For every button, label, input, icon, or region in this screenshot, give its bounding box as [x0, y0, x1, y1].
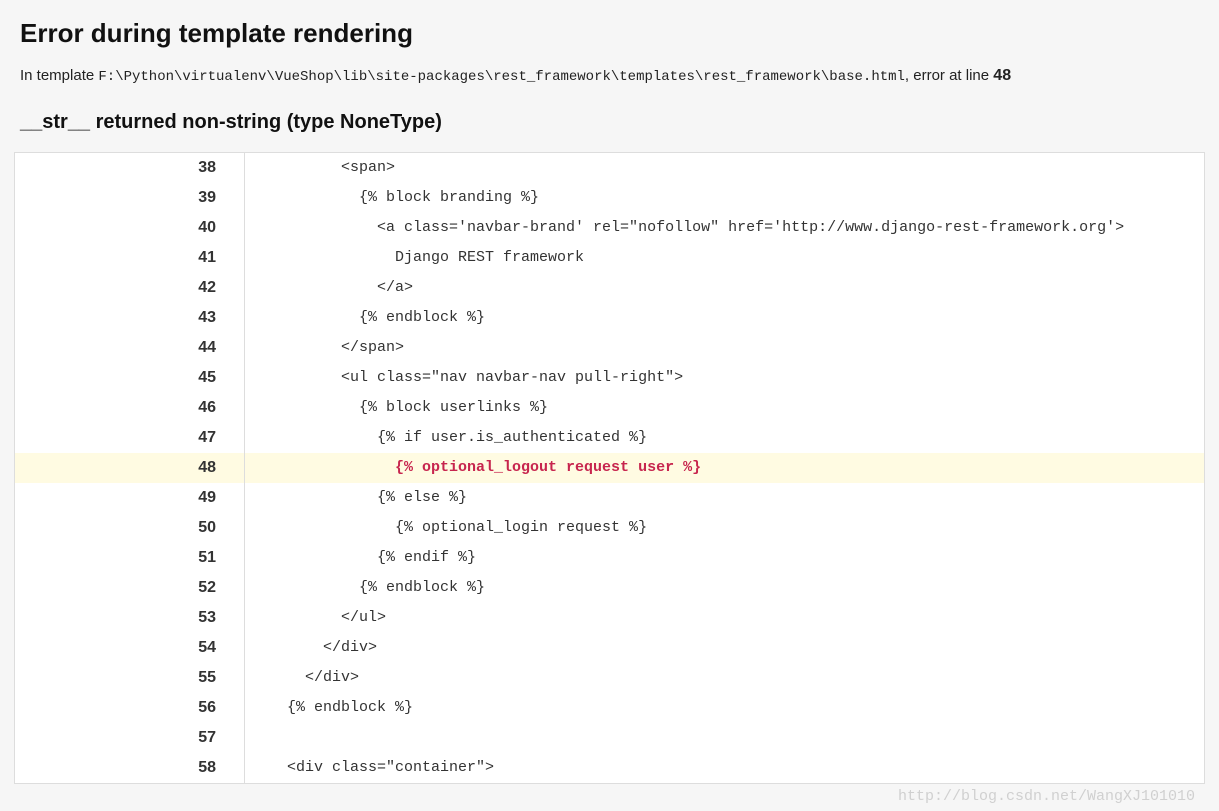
line-code: {% endif %} [245, 543, 1204, 573]
line-code: <span> [245, 153, 1204, 183]
line-code: <ul class="nav navbar-nav pull-right"> [245, 363, 1204, 393]
line-code: </div> [245, 663, 1204, 693]
watermark: http://blog.csdn.net/WangXJ101010 [0, 784, 1219, 811]
template-source-listing: 38 <span>39 {% block branding %}40 <a cl… [14, 152, 1205, 784]
line-number: 55 [15, 663, 245, 693]
line-code: {% endblock %} [245, 693, 1204, 723]
line-number: 41 [15, 243, 245, 273]
line-number: 57 [15, 723, 245, 753]
line-code [245, 723, 1204, 753]
source-line: 45 <ul class="nav navbar-nav pull-right"… [15, 363, 1204, 393]
line-number: 50 [15, 513, 245, 543]
intro-mid: , error at line [905, 67, 993, 84]
template-path: F:\Python\virtualenv\VueShop\lib\site-pa… [98, 69, 905, 85]
line-code: {% else %} [245, 483, 1204, 513]
source-line: 57 [15, 723, 1204, 753]
source-line: 40 <a class='navbar-brand' rel="nofollow… [15, 213, 1204, 243]
line-number: 48 [15, 453, 245, 483]
source-line: 52 {% endblock %} [15, 573, 1204, 603]
error-summary: Error during template rendering In templ… [0, 0, 1219, 152]
source-line: 38 <span> [15, 153, 1204, 183]
line-number: 42 [15, 273, 245, 303]
line-number: 38 [15, 153, 245, 183]
intro-text: In template [20, 67, 98, 84]
source-line: 55 </div> [15, 663, 1204, 693]
source-line: 50 {% optional_login request %} [15, 513, 1204, 543]
line-number: 53 [15, 603, 245, 633]
line-code: <div class="container"> [245, 753, 1204, 783]
exception-message: __str__ returned non-string (type NoneTy… [20, 111, 1199, 134]
line-number: 51 [15, 543, 245, 573]
source-line: 41 Django REST framework [15, 243, 1204, 273]
source-line: 49 {% else %} [15, 483, 1204, 513]
line-code: {% if user.is_authenticated %} [245, 423, 1204, 453]
source-line: 42 </a> [15, 273, 1204, 303]
line-code: <a class='navbar-brand' rel="nofollow" h… [245, 213, 1204, 243]
source-line: 58 <div class="container"> [15, 753, 1204, 783]
source-line: 43 {% endblock %} [15, 303, 1204, 333]
line-number: 44 [15, 333, 245, 363]
line-number: 49 [15, 483, 245, 513]
source-line: 47 {% if user.is_authenticated %} [15, 423, 1204, 453]
line-code: {% optional_logout request user %} [245, 453, 1204, 483]
source-line: 51 {% endif %} [15, 543, 1204, 573]
page-title: Error during template rendering [20, 18, 1199, 49]
line-code: </div> [245, 633, 1204, 663]
line-code: {% endblock %} [245, 303, 1204, 333]
line-number: 52 [15, 573, 245, 603]
line-number: 45 [15, 363, 245, 393]
template-info-line: In template F:\Python\virtualenv\VueShop… [20, 67, 1199, 85]
line-number: 54 [15, 633, 245, 663]
line-code: Django REST framework [245, 243, 1204, 273]
line-number: 46 [15, 393, 245, 423]
source-line: 53 </ul> [15, 603, 1204, 633]
source-line: 54 </div> [15, 633, 1204, 663]
line-code: {% block userlinks %} [245, 393, 1204, 423]
source-line: 46 {% block userlinks %} [15, 393, 1204, 423]
line-number: 40 [15, 213, 245, 243]
line-code: {% block branding %} [245, 183, 1204, 213]
line-number: 56 [15, 693, 245, 723]
source-line: 44 </span> [15, 333, 1204, 363]
line-code: </span> [245, 333, 1204, 363]
line-code: {% endblock %} [245, 573, 1204, 603]
line-number: 39 [15, 183, 245, 213]
source-line: 39 {% block branding %} [15, 183, 1204, 213]
line-number: 43 [15, 303, 245, 333]
line-number: 58 [15, 753, 245, 783]
source-line: 56 {% endblock %} [15, 693, 1204, 723]
line-code: </a> [245, 273, 1204, 303]
line-code: </ul> [245, 603, 1204, 633]
line-code: {% optional_login request %} [245, 513, 1204, 543]
line-number: 47 [15, 423, 245, 453]
source-line: 48 {% optional_logout request user %} [15, 453, 1204, 483]
error-line-number: 48 [993, 67, 1011, 84]
